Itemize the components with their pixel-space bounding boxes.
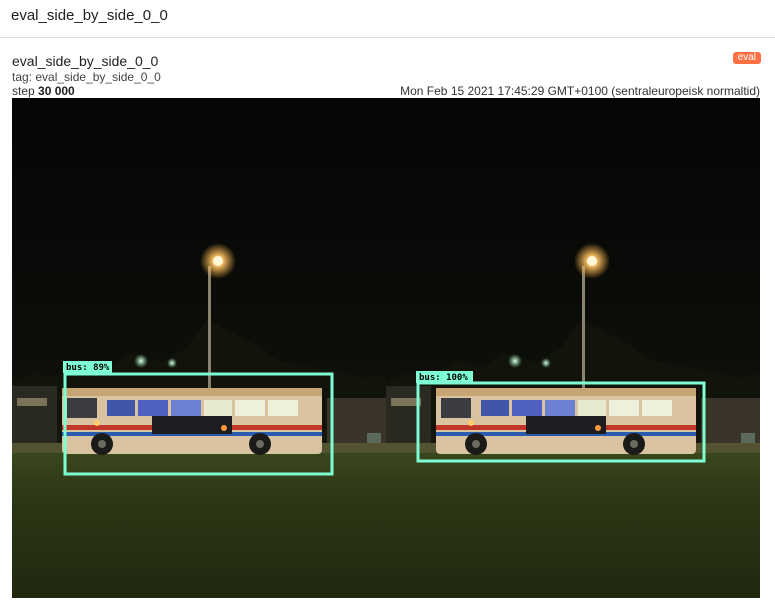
image-canvas: bus: 89% bus: 100% [12, 98, 760, 598]
tag-value: eval_side_by_side_0_0 [35, 70, 161, 84]
side-by-side-image[interactable]: bus: 89% bus: 100% [12, 98, 760, 598]
right-detection-label: bus: 100% [419, 373, 468, 383]
card-title: eval_side_by_side_0_0 [12, 53, 159, 69]
right-panel: bus: 100% [386, 98, 760, 598]
image-card: eval_side_by_side_0_0 eval tag: eval_sid… [0, 38, 775, 609]
left-panel: bus: 89% [12, 98, 386, 598]
tag-prefix: tag: [12, 70, 33, 84]
run-badge[interactable]: eval [732, 52, 761, 64]
tag-line: tag: eval_side_by_side_0_0 [12, 70, 161, 84]
step-value: 30 000 [38, 84, 75, 98]
left-detection-label: bus: 89% [66, 363, 110, 373]
page-title: eval_side_by_side_0_0 [11, 7, 168, 24]
step-line: step 30 000 [12, 84, 75, 98]
timestamp: Mon Feb 15 2021 17:45:29 GMT+0100 (sentr… [400, 84, 760, 98]
page-header: eval_side_by_side_0_0 [0, 0, 775, 38]
step-prefix: step [12, 84, 35, 98]
